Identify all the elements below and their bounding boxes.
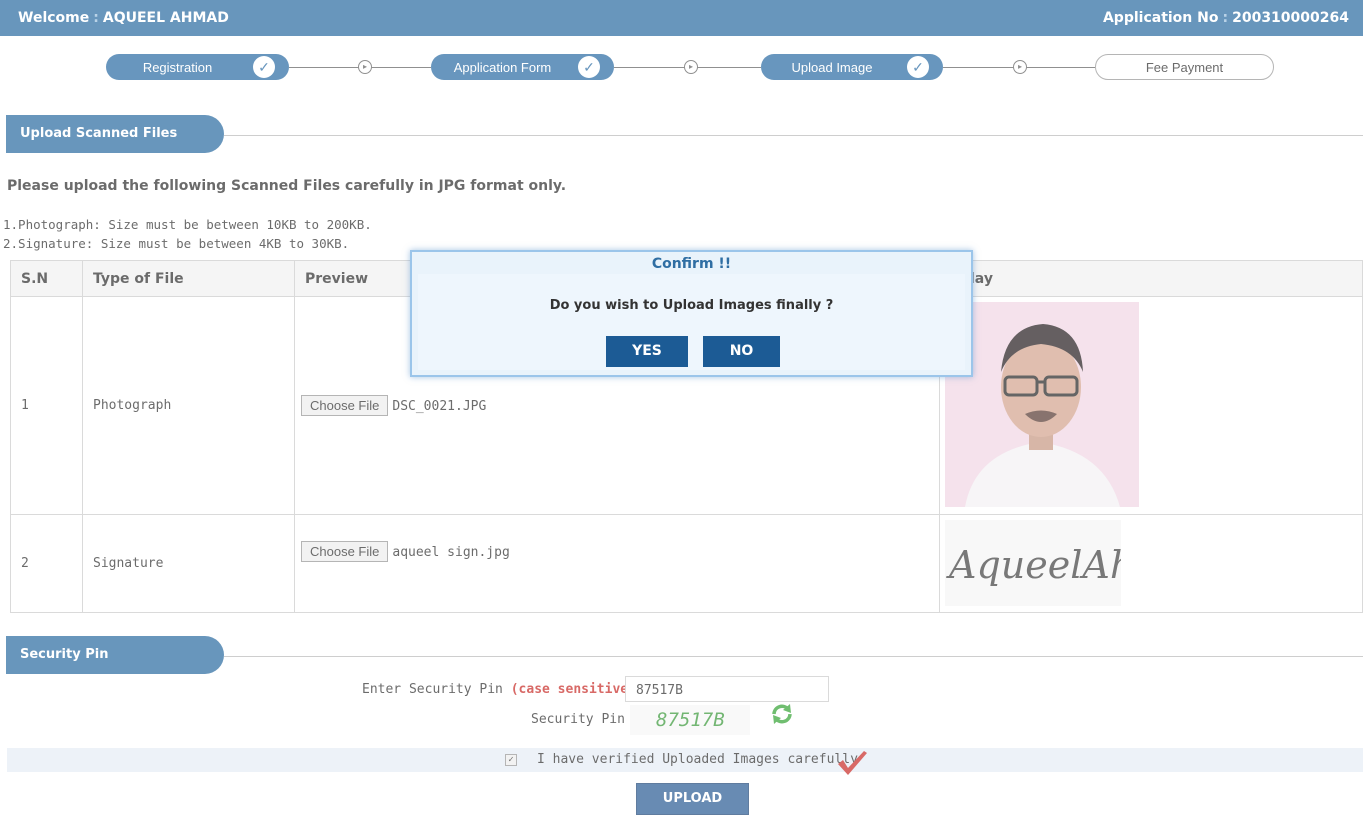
no-button[interactable]: NO: [703, 336, 780, 367]
yes-button[interactable]: YES: [606, 336, 688, 367]
dialog-body: Do you wish to Upload Images finally ? Y…: [418, 274, 965, 370]
dialog-title: Confirm !!: [651, 256, 732, 272]
confirm-dialog: Confirm !! Do you wish to Upload Images …: [410, 250, 973, 377]
modal-overlay[interactable]: [0, 0, 1363, 840]
dialog-message: Do you wish to Upload Images finally ?: [549, 298, 834, 313]
